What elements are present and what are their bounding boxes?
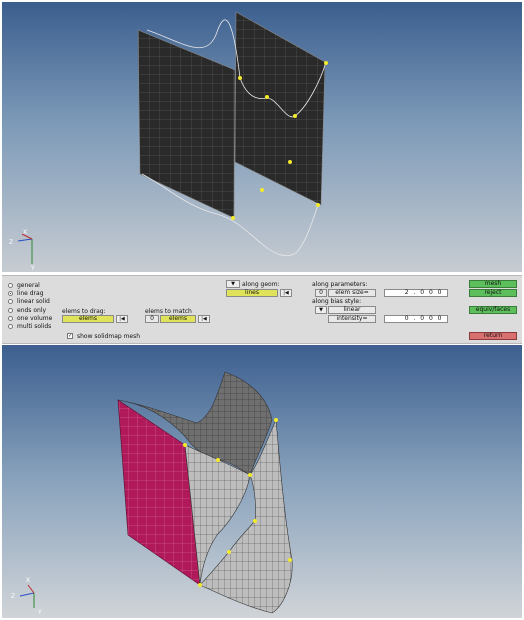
mesh-panel-left bbox=[137, 29, 236, 219]
elems-to-match-button[interactable]: elems bbox=[160, 315, 196, 323]
show-solidmap-mesh-label: show solidmap mesh bbox=[77, 333, 141, 340]
reset-selection-icon[interactable]: |◀ bbox=[280, 289, 292, 297]
svg-text:X: X bbox=[23, 229, 27, 236]
along-geom-label: along geom: bbox=[242, 281, 280, 288]
elem-size-switch[interactable]: 0 bbox=[315, 289, 327, 297]
radio-multi-solids[interactable] bbox=[8, 324, 13, 329]
along-parameters-label: along parameters: bbox=[312, 281, 368, 288]
along-bias-style-label: along bias style: bbox=[312, 298, 362, 305]
intensity-field[interactable]: 0 . 0 0 0 bbox=[384, 315, 448, 323]
axis-triad-top: X Y Z bbox=[9, 229, 35, 272]
radio-linear-solid[interactable] bbox=[8, 299, 13, 304]
mesh-button[interactable]: mesh bbox=[469, 280, 517, 288]
elems-to-match-switch[interactable]: 0 bbox=[145, 315, 159, 323]
radio-line-drag[interactable] bbox=[8, 291, 13, 296]
elem-size-field[interactable]: 2 . 0 0 0 bbox=[384, 289, 448, 297]
return-button[interactable]: return bbox=[469, 332, 517, 340]
show-solidmap-mesh-checkbox[interactable]: ✓ bbox=[67, 333, 73, 339]
graphics-viewport-bottom[interactable]: X Y Z bbox=[2, 345, 522, 618]
model-view-top[interactable]: X Y Z bbox=[2, 2, 522, 272]
axis-triad-bottom: X Y Z bbox=[11, 577, 42, 616]
svg-text:Y: Y bbox=[37, 609, 42, 616]
intensity-label[interactable]: intensity= bbox=[328, 315, 376, 323]
solid-map-panel: general line drag linear solid ends only… bbox=[2, 275, 522, 344]
elems-to-drag-button[interactable]: elems bbox=[62, 315, 114, 323]
model-view-bottom[interactable]: X Y Z bbox=[2, 345, 522, 618]
radio-one-volume[interactable] bbox=[8, 316, 13, 321]
elems-to-drag-label: elems to drag: bbox=[62, 308, 106, 315]
option-multi-solids[interactable]: multi solids bbox=[8, 322, 51, 331]
mesh-panel-right bbox=[234, 11, 326, 206]
radio-general[interactable] bbox=[8, 283, 13, 288]
equiv-faces-button[interactable]: equiv/faces bbox=[469, 306, 517, 314]
graphics-viewport-top[interactable]: X Y Z bbox=[2, 2, 522, 272]
svg-text:Y: Y bbox=[30, 265, 35, 272]
bias-style-selector[interactable]: linear bbox=[328, 306, 376, 314]
elems-to-match-label: elems to match bbox=[145, 308, 192, 315]
reject-button[interactable]: reject bbox=[469, 289, 517, 297]
svg-text:Z: Z bbox=[11, 593, 15, 600]
dropdown-arrow-icon[interactable]: ▼ bbox=[315, 306, 327, 314]
along-geom-lines-button[interactable]: lines bbox=[226, 289, 278, 297]
svg-text:Z: Z bbox=[9, 239, 13, 246]
option-linear-solid[interactable]: linear solid bbox=[8, 297, 50, 306]
svg-text:X: X bbox=[26, 577, 30, 584]
elem-size-label[interactable]: elem size= bbox=[328, 289, 376, 297]
reset-selection-icon[interactable]: |◀ bbox=[198, 315, 210, 323]
dropdown-arrow-icon[interactable]: ▼ bbox=[226, 280, 240, 288]
reset-selection-icon[interactable]: |◀ bbox=[116, 315, 128, 323]
radio-ends-only[interactable] bbox=[8, 308, 13, 313]
